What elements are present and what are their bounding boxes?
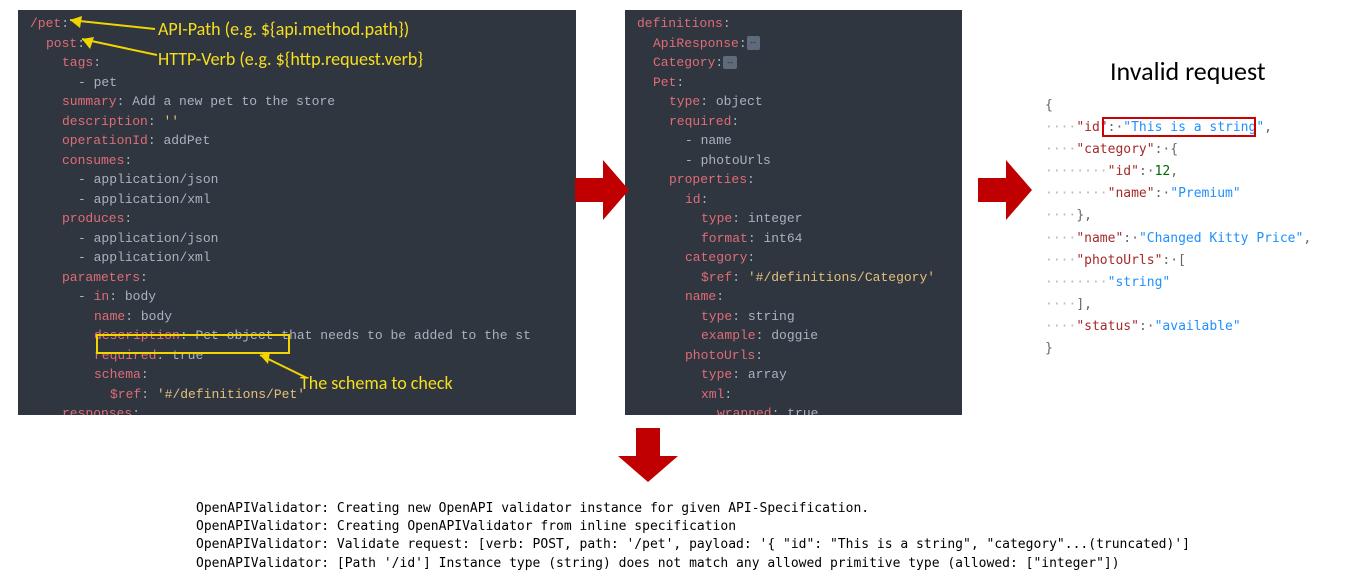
yaml-panel-right: definitions: ApiResponse:↔ Category:↔ Pe… xyxy=(625,10,962,415)
collapse-badge-icon: ↔ xyxy=(747,36,760,50)
json-panel: { ····"id":·"This is a string", ····"cat… xyxy=(1045,95,1355,395)
yaml-key: /pet xyxy=(30,16,61,31)
log-output: OpenAPIValidator: Creating new OpenAPI v… xyxy=(196,500,1190,573)
highlight-box-red xyxy=(1102,117,1256,137)
log-line: OpenAPIValidator: Creating OpenAPIValida… xyxy=(196,518,1190,536)
arrow-down-icon xyxy=(618,428,678,482)
arrow-yellow-icon xyxy=(72,33,162,58)
log-line: OpenAPIValidator: Validate request: [ver… xyxy=(196,536,1190,554)
annotation-api-path: API-Path (e.g. ${api.method.path}) xyxy=(158,18,409,40)
arrow-yellow-icon xyxy=(60,14,160,34)
arrow-yellow-icon xyxy=(252,350,312,380)
collapse-badge-icon: ↔ xyxy=(723,56,736,70)
annotation-http-verb: HTTP-Verb (e.g. ${http.request.verb} xyxy=(158,48,423,70)
log-line: OpenAPIValidator: Creating new OpenAPI v… xyxy=(196,500,1190,518)
arrow-right-icon xyxy=(575,160,629,220)
log-line: OpenAPIValidator: [Path '/id'] Instance … xyxy=(196,555,1190,573)
annotation-schema-check: The schema to check xyxy=(300,372,453,394)
arrow-right-icon xyxy=(978,160,1032,220)
title-invalid-request: Invalid request xyxy=(1110,55,1266,87)
highlight-box-yellow xyxy=(96,334,290,354)
